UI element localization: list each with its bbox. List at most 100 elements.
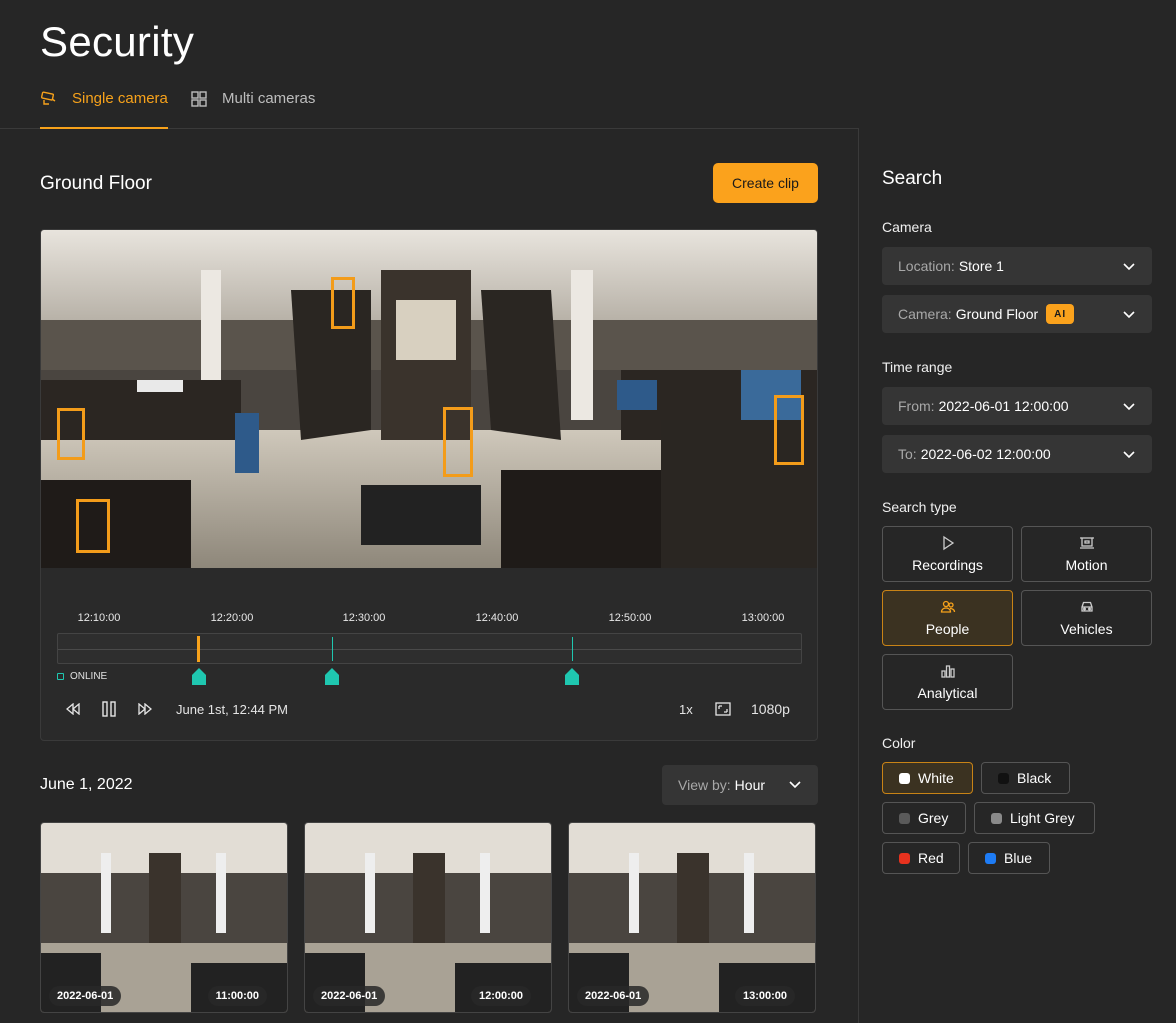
timeline-label: 12:40:00 <box>475 612 519 624</box>
chevron-down-icon <box>1123 263 1135 271</box>
search-type-analytical[interactable]: Analytical <box>882 654 1013 710</box>
color-label: Blue <box>1004 850 1033 866</box>
view-by-select[interactable]: View by: Hour <box>662 765 818 805</box>
page-title: Security <box>40 18 195 65</box>
thumbnail-date: 2022-06-01 <box>577 986 650 1006</box>
motion-icon <box>1079 537 1094 549</box>
to-date-select[interactable]: To: 2022-06-02 12:00:00 <box>882 435 1152 473</box>
person-detection-box[interactable] <box>774 395 804 465</box>
play-icon <box>942 535 954 551</box>
tab-label: Multi cameras <box>222 90 316 107</box>
ai-badge: AI <box>1046 304 1075 324</box>
tab-bar: Single camera Multi cameras <box>0 90 858 129</box>
video-player: 12:10:00 12:20:00 12:30:00 12:40:00 12:5… <box>40 229 818 741</box>
create-clip-button[interactable]: Create clip <box>713 163 818 203</box>
camera-select[interactable]: Camera: Ground Floor AI <box>882 295 1152 333</box>
color-label: Black <box>1017 770 1052 786</box>
search-type-label: Analytical <box>917 685 978 701</box>
swatch-icon <box>899 772 910 784</box>
search-type-section-label: Search type <box>882 499 957 515</box>
current-time: June 1st, 12:44 PM <box>176 701 289 717</box>
color-label: Light Grey <box>1010 810 1075 826</box>
color-chip-light-grey[interactable]: Light Grey <box>974 802 1095 834</box>
event-marker <box>572 637 573 661</box>
search-type-label: People <box>925 621 970 637</box>
fullscreen-button[interactable] <box>714 698 732 720</box>
color-chip-white[interactable]: White <box>882 762 973 794</box>
timeline-label: 12:10:00 <box>77 612 121 624</box>
tab-single-camera[interactable]: Single camera <box>40 90 168 129</box>
player-controls: June 1st, 12:44 PM 1x 1080p <box>41 698 817 722</box>
recording-thumbnail[interactable]: 2022-06-01 12:00:00 <box>304 822 552 1013</box>
search-type-vehicles[interactable]: Vehicles <box>1021 590 1152 646</box>
view-by-value: Hour <box>734 777 766 793</box>
bar-chart-icon <box>940 665 955 678</box>
timeline-label: 12:20:00 <box>210 612 254 624</box>
person-detection-box[interactable] <box>76 499 110 553</box>
rewind-button[interactable] <box>63 698 83 720</box>
recording-thumbnail[interactable]: 2022-06-01 11:00:00 <box>40 822 288 1013</box>
timeline-labels: 12:10:00 12:20:00 12:30:00 12:40:00 12:5… <box>41 612 817 626</box>
timeline-label: 12:30:00 <box>342 612 386 624</box>
event-marker <box>332 637 333 661</box>
location-value: Store 1 <box>958 258 1004 274</box>
person-detection-box[interactable] <box>57 408 85 460</box>
search-type-label: Motion <box>1065 557 1108 573</box>
status-dot-icon <box>57 673 64 680</box>
search-type-label: Recordings <box>912 557 983 573</box>
event-pin-icon[interactable] <box>565 668 579 685</box>
status-text: ONLINE <box>70 671 108 682</box>
cctv-camera-icon <box>40 90 58 108</box>
timeline-line <box>58 649 801 650</box>
color-label: Grey <box>918 810 949 826</box>
camera-title: Ground Floor <box>40 173 152 194</box>
person-detection-box[interactable] <box>331 277 355 329</box>
tab-label: Single camera <box>72 90 168 107</box>
to-value: 2022-06-02 12:00:00 <box>920 446 1051 462</box>
color-chip-grey[interactable]: Grey <box>882 802 966 834</box>
color-label: Red <box>918 850 944 866</box>
people-icon <box>940 600 955 613</box>
pause-icon <box>102 701 116 717</box>
speed-button[interactable]: 1x <box>679 698 693 720</box>
camera-label: Camera: <box>898 306 952 322</box>
grid-icon <box>190 90 208 108</box>
tab-multi-cameras[interactable]: Multi cameras <box>190 90 315 129</box>
search-type-people[interactable]: People <box>882 590 1013 646</box>
thumbnail-time: 12:00:00 <box>470 986 531 1006</box>
swatch-icon <box>998 772 1009 784</box>
fast-forward-button[interactable] <box>135 698 155 720</box>
chevron-down-icon <box>1123 403 1135 411</box>
online-status: ONLINE <box>57 671 107 682</box>
chevron-down-icon <box>1123 451 1135 459</box>
view-by-label: View by: <box>678 777 731 793</box>
timeline-label: 12:50:00 <box>608 612 652 624</box>
event-pin-icon[interactable] <box>325 668 339 685</box>
color-chip-black[interactable]: Black <box>981 762 1070 794</box>
search-type-label: Vehicles <box>1060 621 1113 637</box>
search-type-recordings[interactable]: Recordings <box>882 526 1013 582</box>
thumbnail-date: 2022-06-01 <box>49 986 122 1006</box>
color-chip-blue[interactable]: Blue <box>968 842 1050 874</box>
chevron-down-icon <box>1123 311 1135 319</box>
search-title: Search <box>882 168 943 189</box>
thumbnail-time: 11:00:00 <box>207 986 267 1006</box>
quality-button[interactable]: 1080p <box>751 698 790 720</box>
from-date-select[interactable]: From: 2022-06-01 12:00:00 <box>882 387 1152 425</box>
recording-thumbnail[interactable]: 2022-06-01 13:00:00 <box>568 822 816 1013</box>
location-select[interactable]: Location: Store 1 <box>882 247 1152 285</box>
camera-feed[interactable] <box>41 230 817 568</box>
chevron-down-icon <box>789 781 801 789</box>
timeline-track[interactable] <box>57 633 802 664</box>
fast-forward-icon <box>138 703 152 715</box>
color-chip-red[interactable]: Red <box>882 842 960 874</box>
event-pin-icon[interactable] <box>192 668 206 685</box>
person-detection-box[interactable] <box>443 407 473 477</box>
to-label: To: <box>898 446 917 462</box>
search-type-motion[interactable]: Motion <box>1021 526 1152 582</box>
swatch-icon <box>899 852 910 864</box>
playhead[interactable] <box>197 636 200 662</box>
camera-value: Ground Floor <box>955 306 1039 322</box>
pause-button[interactable] <box>98 698 120 720</box>
swatch-icon <box>985 852 996 864</box>
